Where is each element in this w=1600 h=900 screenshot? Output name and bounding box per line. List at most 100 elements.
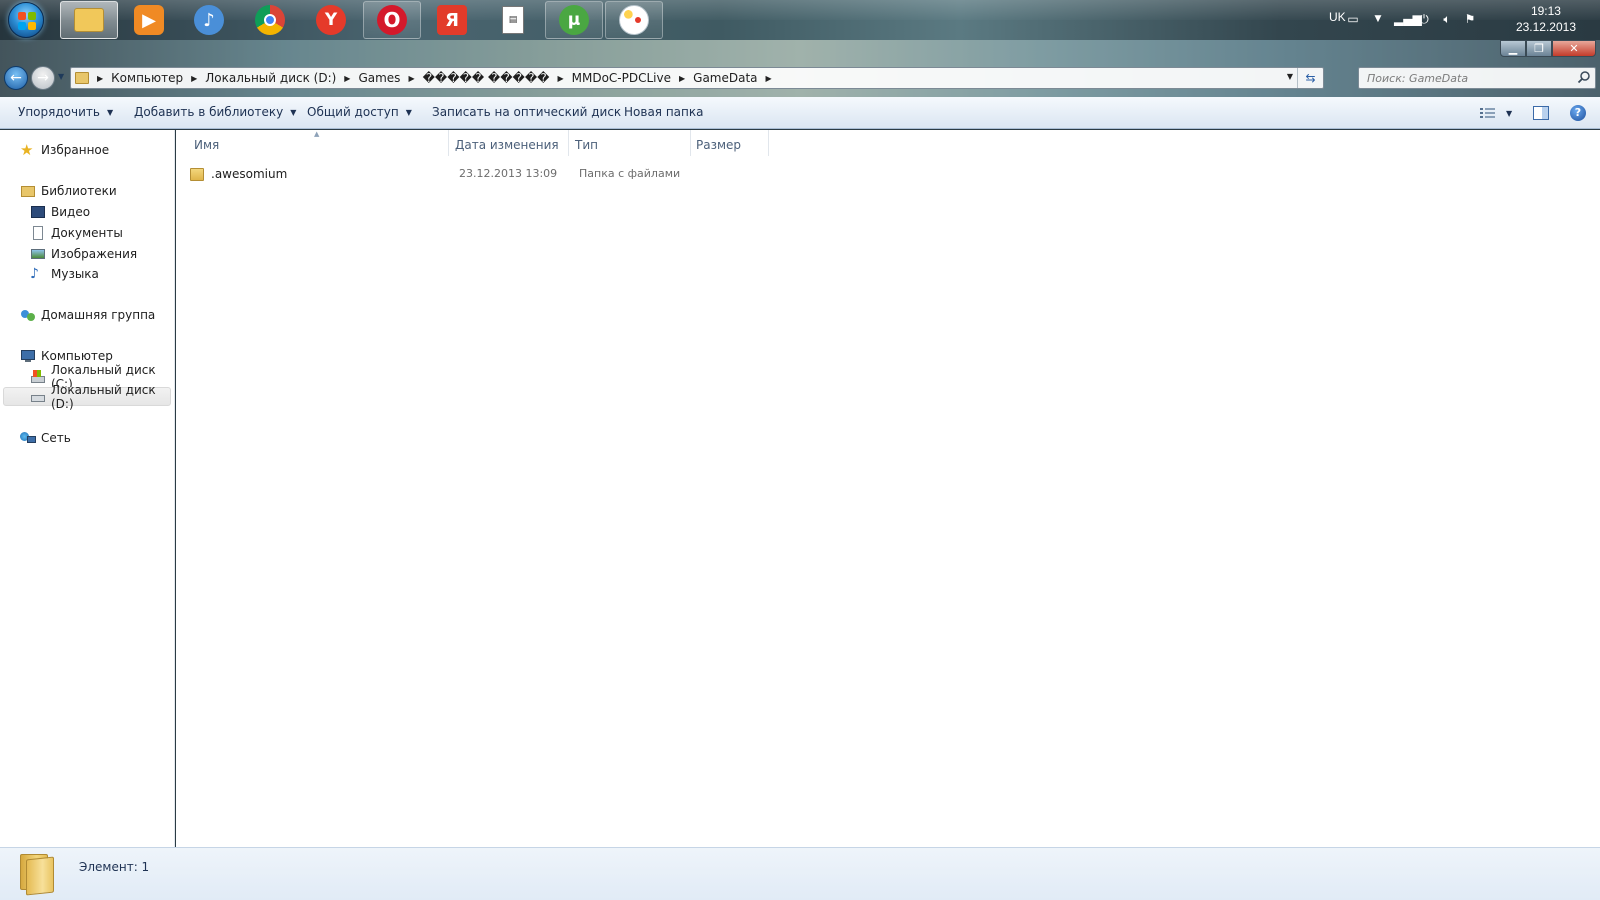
chevron-down-icon: ▼ xyxy=(1506,108,1513,118)
recent-pages-chevron-icon[interactable]: ▼ xyxy=(58,72,64,81)
breadcrumb-gamedata[interactable]: GameData xyxy=(693,71,757,85)
search-box[interactable] xyxy=(1358,67,1596,89)
nav-music[interactable]: ♪ Музыка xyxy=(30,264,99,283)
nav-libraries[interactable]: Библиотеки xyxy=(20,181,117,200)
nav-favorites[interactable]: ★ Избранное xyxy=(20,140,109,159)
navigation-pane: ★ Избранное Библиотеки Видео Документы И… xyxy=(0,130,175,847)
column-divider[interactable] xyxy=(568,130,569,156)
nav-disk-d[interactable]: Локальный диск (D:) xyxy=(3,383,171,411)
file-row[interactable]: .awesomium 23.12.2013 13:09 Папка с файл… xyxy=(190,164,710,184)
nav-images[interactable]: Изображения xyxy=(30,244,137,263)
nav-documents[interactable]: Документы xyxy=(30,223,123,242)
start-button[interactable] xyxy=(8,2,44,38)
nav-documents-label: Документы xyxy=(51,225,123,240)
taskbar-explorer-button[interactable] xyxy=(60,1,118,39)
address-bar[interactable]: ▶ Компьютер ▶ Локальный диск (D:) ▶ Game… xyxy=(70,67,1324,89)
clock[interactable]: 19:13 23.12.2013 xyxy=(1516,3,1576,35)
homegroup-icon xyxy=(20,307,36,323)
search-icon[interactable] xyxy=(1577,70,1591,84)
nav-disk-d-label: Локальный диск (D:) xyxy=(51,382,156,411)
system-tray: UK ▭ ▼ ▂▄▆ ⏻ 🔈︎ ⚑ 19:13 23.12.2013 xyxy=(1300,0,1600,40)
minimize-button[interactable]: ▁ xyxy=(1500,40,1526,57)
nav-network[interactable]: Сеть xyxy=(20,428,71,447)
file-type: Папка с файлами xyxy=(579,167,681,180)
nav-images-label: Изображения xyxy=(51,246,138,261)
document-icon: ▤ xyxy=(502,6,524,34)
change-view-button[interactable]: ▼ xyxy=(1480,103,1512,123)
paint-palette-icon xyxy=(619,5,649,35)
breadcrumb-computer[interactable]: Компьютер xyxy=(111,71,183,85)
burn-button[interactable]: Записать на оптический диск xyxy=(432,105,621,119)
taskbar-volume-app-button[interactable]: ♪ xyxy=(180,1,238,39)
keyboard-icon[interactable]: ▭ xyxy=(1346,12,1360,26)
close-button[interactable]: ✕ xyxy=(1552,40,1596,57)
taskbar-document-button[interactable]: ▤ xyxy=(484,1,542,39)
chevron-right-icon[interactable]: ▶ xyxy=(766,74,772,83)
new-folder-button[interactable]: Новая папка xyxy=(624,105,703,119)
breadcrumb-mmdoc[interactable]: MMDoC-PDCLive xyxy=(572,71,671,85)
chevron-right-icon[interactable]: ▶ xyxy=(679,74,685,83)
column-header-type[interactable]: Тип xyxy=(575,134,598,156)
chrome-icon xyxy=(255,5,285,35)
organize-button[interactable]: Упорядочить ▼ xyxy=(18,105,113,119)
column-divider[interactable] xyxy=(690,130,691,156)
action-center-flag-icon[interactable]: ⚑ xyxy=(1463,12,1477,26)
folder-icon xyxy=(190,166,206,181)
address-history-chevron-icon[interactable]: ▼ xyxy=(1287,72,1293,81)
taskbar-yandex-button[interactable]: Я xyxy=(423,1,481,39)
images-icon xyxy=(30,246,46,262)
chevron-right-icon[interactable]: ▶ xyxy=(408,74,414,83)
tray-expand-chevron-icon[interactable]: ▼ xyxy=(1371,12,1385,26)
opera-icon: O xyxy=(377,5,407,35)
status-bar: Элемент: 1 xyxy=(0,847,1600,900)
network-signal-icon[interactable]: ▂▄▆ xyxy=(1394,12,1422,26)
taskbar-opera-button[interactable]: O xyxy=(363,1,421,39)
nav-homegroup-label: Домашняя группа xyxy=(41,307,156,322)
item-count: Элемент: 1 xyxy=(79,860,150,874)
minimize-icon: ▁ xyxy=(1508,42,1518,55)
taskbar-chrome-button[interactable] xyxy=(241,1,299,39)
taskbar-yandex-browser-button[interactable]: Y xyxy=(302,1,360,39)
volume-icon[interactable]: 🔈︎ xyxy=(1440,12,1454,26)
add-to-library-button[interactable]: Добавить в библиотеку ▼ xyxy=(134,105,296,119)
nav-video[interactable]: Видео xyxy=(30,202,90,221)
nav-favorites-label: Избранное xyxy=(41,142,110,157)
chevron-right-icon[interactable]: ▶ xyxy=(557,74,563,83)
column-divider[interactable] xyxy=(768,130,769,156)
forward-button[interactable]: → xyxy=(31,66,55,90)
computer-icon xyxy=(20,348,36,364)
share-button[interactable]: Общий доступ ▼ xyxy=(307,105,412,119)
power-plug-icon[interactable]: ⏻ xyxy=(1417,12,1431,26)
libraries-icon xyxy=(20,183,36,199)
chevron-down-icon: ▼ xyxy=(405,107,412,117)
column-header-name[interactable]: Имя xyxy=(194,134,466,156)
search-input[interactable] xyxy=(1359,68,1559,88)
documents-icon xyxy=(30,225,46,241)
column-header-size[interactable]: Размер xyxy=(696,134,741,156)
back-button[interactable]: ← xyxy=(4,66,28,90)
column-header-date[interactable]: Дата изменения xyxy=(455,134,559,156)
star-icon: ★ xyxy=(20,140,34,159)
column-divider[interactable] xyxy=(448,130,449,156)
taskbar-utorrent-button[interactable]: µ xyxy=(545,1,603,39)
breadcrumb-games[interactable]: Games xyxy=(358,71,400,85)
chevron-right-icon[interactable]: ▶ xyxy=(344,74,350,83)
large-folder-icon xyxy=(20,854,56,896)
language-indicator[interactable]: UK xyxy=(1329,10,1346,24)
refresh-button[interactable]: ⇆ xyxy=(1297,68,1323,88)
chevron-right-icon[interactable]: ▶ xyxy=(191,74,197,83)
taskbar-media-player-button[interactable]: ▶ xyxy=(120,1,178,39)
preview-pane-button[interactable] xyxy=(1533,103,1549,123)
help-button[interactable]: ? xyxy=(1570,103,1586,123)
window-titlebar[interactable]: ▁ ❐ ✕ ← → ▼ ▶ Компьютер ▶ Локальный диск… xyxy=(0,40,1600,97)
chevron-right-icon[interactable]: ▶ xyxy=(97,74,103,83)
column-type-label: Тип xyxy=(575,138,598,152)
breadcrumb-disk-d[interactable]: Локальный диск (D:) xyxy=(205,71,336,85)
nav-homegroup[interactable]: Домашняя группа xyxy=(20,305,155,324)
close-icon: ✕ xyxy=(1569,42,1579,55)
burn-label: Записать на оптический диск xyxy=(432,105,622,119)
taskbar-paint-button[interactable] xyxy=(605,1,663,39)
breadcrumb-garbled-folder[interactable]: ����� ����� xyxy=(423,71,550,85)
view-details-icon xyxy=(1480,108,1495,118)
restore-button[interactable]: ❐ xyxy=(1526,40,1552,57)
